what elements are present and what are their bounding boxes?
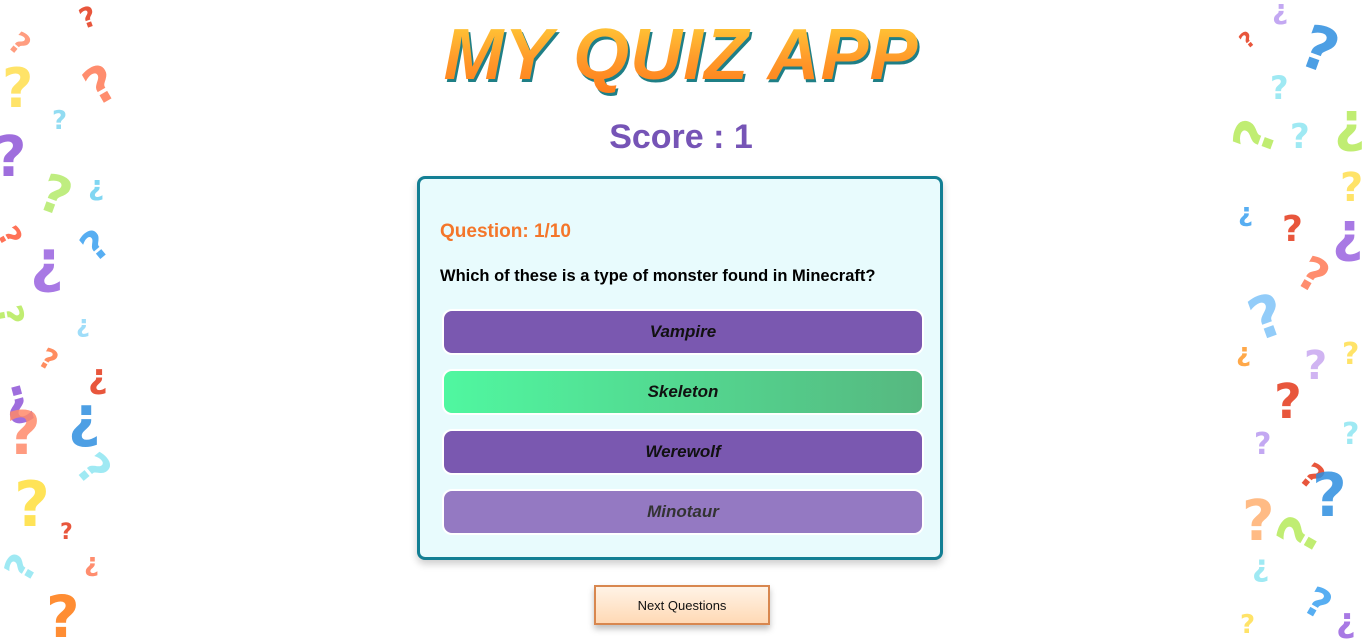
- question-mark-icon: ?: [1342, 337, 1360, 372]
- question-mark-icon: ¿: [1332, 201, 1362, 264]
- question-mark-icon: ?: [1274, 374, 1302, 430]
- question-mark-icon: ¿: [1252, 549, 1270, 584]
- score-display: Score : 1: [609, 118, 753, 156]
- question-mark-icon: ?: [46, 583, 80, 644]
- question-mark-icon: ?: [1312, 461, 1347, 531]
- decorative-question-marks-left: ? ? ? ? ? ? ? ¿ ? ¿ ? ? ¿ ? ¿ ¿ ¿ ? ? ? …: [0, 0, 140, 644]
- question-mark-icon: ?: [65, 443, 121, 496]
- question-mark-icon: ?: [14, 468, 50, 541]
- question-mark-icon: ¿: [84, 548, 100, 578]
- question-mark-icon: ?: [6, 399, 41, 469]
- quiz-page: ? ? ? ? ? ? ? ¿ ? ¿ ? ? ¿ ? ¿ ¿ ¿ ? ? ? …: [0, 0, 1362, 644]
- question-mark-icon: ¿: [76, 310, 90, 338]
- question-mark-icon: ?: [1304, 343, 1328, 389]
- question-counter: Question: 1/10: [440, 221, 571, 242]
- question-mark-icon: ?: [0, 546, 48, 590]
- question-mark-icon: ¿: [1238, 198, 1254, 228]
- question-mark-icon: ¿: [1236, 338, 1252, 368]
- answer-option-minotaur[interactable]: Minotaur: [442, 489, 924, 535]
- question-mark-icon: ?: [0, 301, 32, 329]
- question-card: Question: 1/10 Which of these is a type …: [417, 176, 943, 560]
- question-mark-icon: ?: [60, 520, 73, 545]
- question-mark-icon: ?: [1296, 578, 1340, 630]
- question-mark-icon: ¿: [68, 385, 101, 450]
- question-mark-icon: ?: [1288, 244, 1339, 306]
- question-mark-icon: ?: [30, 162, 80, 230]
- question-mark-icon: ?: [1342, 417, 1360, 452]
- question-mark-icon: ¿: [88, 169, 105, 202]
- question-mark-icon: ?: [1254, 427, 1272, 462]
- question-mark-icon: ¿: [30, 227, 64, 295]
- question-mark-icon: ?: [1282, 209, 1303, 250]
- question-mark-icon: ?: [1240, 610, 1256, 640]
- answer-option-vampire[interactable]: Vampire: [442, 309, 924, 355]
- next-question-button[interactable]: Next Questions: [594, 585, 770, 625]
- answer-option-skeleton-correct[interactable]: Skeleton: [442, 369, 924, 415]
- question-mark-icon: ¿: [1336, 601, 1356, 641]
- question-mark-icon: ?: [0, 220, 29, 254]
- app-title: MY QUIZ APP: [0, 14, 1362, 96]
- answer-option-werewolf[interactable]: Werewolf: [442, 429, 924, 475]
- question-text: Which of these is a type of monster foun…: [440, 267, 876, 285]
- question-mark-icon: ?: [33, 341, 64, 378]
- decorative-question-marks-right: ¿ ? ? ? ¿ ? ? ? ¿ ? ¿ ? ? ¿ ? ? ? ? ? ? …: [1232, 0, 1362, 644]
- question-mark-icon: ?: [71, 220, 120, 272]
